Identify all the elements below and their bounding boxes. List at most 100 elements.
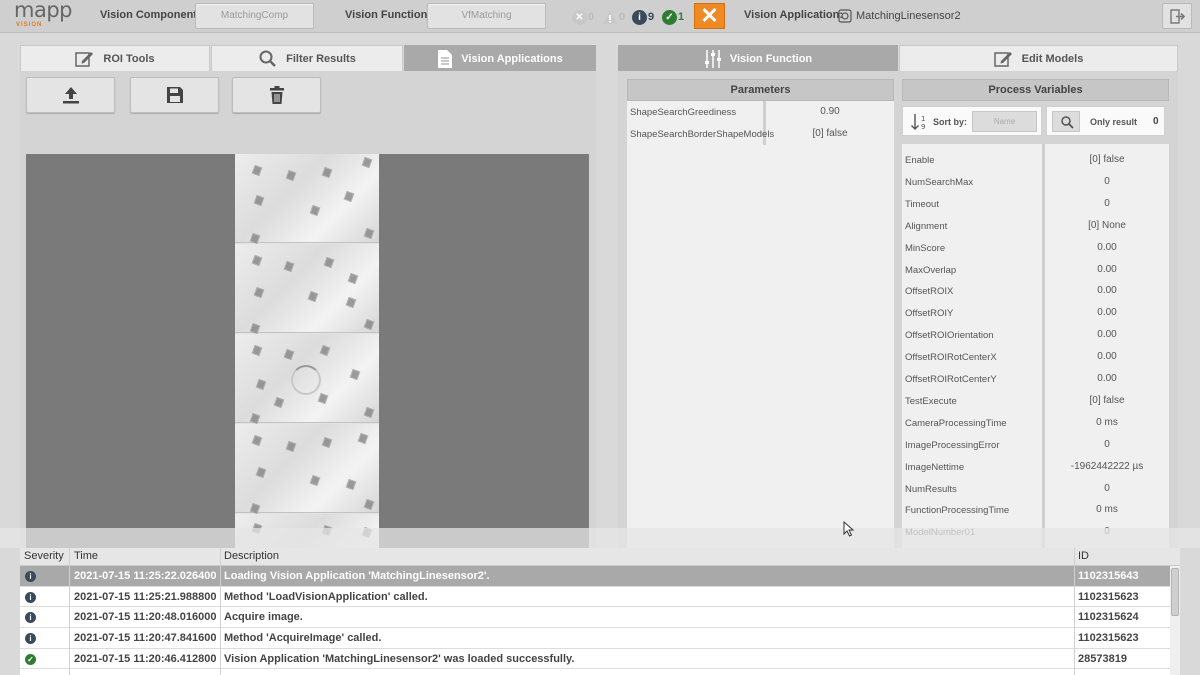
status-success-count: 1 [678, 11, 685, 23]
tab-roi-tools[interactable]: ROI Tools [20, 45, 210, 71]
process-variable-value: -1962442222 µs [1070, 460, 1144, 472]
process-variable-row[interactable]: OffsetROIX 0.00 [902, 280, 1169, 302]
process-variable-row[interactable]: OffsetROIY 0.00 [902, 302, 1169, 324]
vision-application-label: Vision Application: [744, 9, 844, 21]
col-description[interactable]: Description [224, 550, 279, 562]
sort-icon: 1 9 [911, 114, 925, 131]
parameters-list: ShapeSearchGreediness 0.90 ShapeSearchBo… [627, 101, 894, 551]
sort-by-label: Sort by: [933, 117, 968, 127]
log-description: Method 'AcquireImage' called. [224, 632, 382, 645]
process-variable-value: [0] None [1088, 219, 1126, 231]
sort-by-select[interactable]: Name [972, 111, 1037, 132]
vision-function-field[interactable]: VfMatching [427, 3, 546, 29]
process-variable-row[interactable]: NumResults 0 [902, 478, 1169, 500]
status-info[interactable]: i 9 [632, 9, 654, 25]
process-variable-value: 0.00 [1097, 307, 1117, 319]
tab-roi-tools-label: ROI Tools [103, 52, 155, 65]
logo-sub: VISION [16, 22, 43, 28]
tab-vision-applications[interactable]: Vision Applications [404, 45, 596, 71]
process-variable-name: ImageNettime [905, 461, 965, 473]
status-warning[interactable]: 0 [602, 9, 625, 25]
status-warning-count: 0 [619, 11, 626, 23]
tab-edit-models[interactable]: Edit Models [899, 45, 1178, 71]
col-severity[interactable]: Severity [24, 550, 64, 562]
success-icon: ✓ [25, 653, 36, 665]
process-variable-row[interactable]: MinScore 0.00 [902, 237, 1169, 259]
log-time: 2021-07-15 11:20:47.841600 [74, 632, 217, 645]
vision-component-field[interactable]: MatchingComp [195, 3, 314, 29]
parameter-value: 0.90 [820, 106, 840, 117]
status-success[interactable]: ✓ 1 [662, 9, 684, 25]
parameter-name: ShapeSearchBorderShapeModels [630, 129, 775, 140]
logout-button[interactable] [1162, 3, 1192, 29]
log-time: 2021-07-15 11:25:21.988800 [74, 590, 217, 603]
process-variable-value: 0 [1104, 197, 1110, 209]
warning-icon [603, 10, 617, 24]
search-button[interactable] [1052, 111, 1080, 132]
process-variable-name: ImageProcessingError [905, 439, 1000, 451]
process-variable-row[interactable]: OffsetROIOrientation 0.00 [902, 324, 1169, 346]
captured-image [235, 154, 379, 551]
status-error[interactable]: ✕ 0 [572, 9, 594, 25]
process-variable-row[interactable]: ImageProcessingError 0 [902, 434, 1169, 456]
info-icon: i [25, 571, 36, 582]
process-variable-row[interactable]: TestExecute [0] false [902, 390, 1169, 412]
vision-function-panel: Parameters Process Variables ShapeSearch… [618, 71, 1178, 551]
process-variable-row[interactable]: CameraProcessingTime 0 ms [902, 412, 1169, 434]
only-result-value[interactable]: 0 [1153, 116, 1159, 127]
parameter-name: ShapeSearchGreediness [630, 107, 737, 118]
svg-text:1: 1 [921, 115, 925, 123]
close-button[interactable]: ✕ [694, 3, 725, 29]
process-variable-value: [0] false [1089, 394, 1125, 406]
logout-icon [1170, 9, 1186, 24]
top-bar: mapp VISION Vision Component: MatchingCo… [0, 0, 1200, 33]
log-scrollbar[interactable] [1170, 566, 1180, 675]
log-row[interactable]: i 2021-07-15 11:25:21.988800 Method 'LoadV… [20, 586, 1170, 608]
check-icon: ✓ [662, 9, 677, 25]
process-variable-row[interactable]: OffsetROIRotCenterY 0.00 [902, 368, 1169, 390]
camera-image-viewer[interactable] [26, 154, 589, 551]
process-variable-row[interactable]: MaxOverlap 0.00 [902, 259, 1169, 281]
log-header: Severity Time Description ID [20, 548, 1180, 566]
parameter-row[interactable]: ShapeSearchGreediness 0.90 [627, 101, 894, 123]
process-variable-row[interactable]: Alignment [0] None [902, 215, 1169, 237]
process-variable-row[interactable]: NumSearchMax 0 [902, 171, 1169, 193]
log-row[interactable]: i 2021-07-15 11:20:47.841600 Method 'Acqui… [20, 628, 1170, 649]
process-variable-value: 0 ms [1096, 416, 1118, 428]
tab-vision-function[interactable]: Vision Function [618, 45, 898, 71]
sliders-icon [704, 49, 721, 68]
col-time[interactable]: Time [74, 550, 98, 562]
log-row[interactable]: ✓ 2021-07-15 11:20:46.412800 Vision Applic… [20, 648, 1170, 670]
save-button[interactable] [130, 77, 219, 113]
tab-filter-results[interactable]: Filter Results [211, 45, 403, 71]
process-variables-header: Process Variables [902, 79, 1169, 101]
process-variable-row[interactable]: Enable [0] false [902, 149, 1169, 171]
svg-text:9: 9 [921, 123, 925, 131]
log-row[interactable]: i 2021-07-15 11:20:48.016000 Acquire image… [20, 607, 1170, 628]
loading-spinner [291, 365, 321, 395]
parameter-row[interactable]: ShapeSearchBorderShapeModels [0] false [627, 123, 894, 145]
process-variable-name: OffsetROIRotCenterX [905, 352, 997, 364]
process-variable-name: FunctionProcessingTime [905, 505, 1010, 517]
process-variable-row[interactable]: OffsetROIRotCenterX 0.00 [902, 346, 1169, 368]
process-variable-row[interactable]: Timeout 0 [902, 193, 1169, 215]
log-drag-handle[interactable] [0, 528, 1200, 548]
upload-icon [62, 87, 79, 104]
vision-function-label: Vision Function: [345, 9, 431, 21]
save-icon [166, 87, 183, 103]
process-variable-value: 0.00 [1097, 285, 1117, 297]
log-time: 2021-07-15 11:20:46.412800 [74, 652, 217, 665]
log-row[interactable]: i 2021-07-15 11:25:22.026400 Loading Visio… [20, 566, 1170, 587]
error-icon: ✕ [572, 9, 587, 25]
info-icon: i [25, 612, 36, 624]
process-variable-name: TestExecute [905, 395, 957, 407]
process-variable-row[interactable]: FunctionProcessingTime 0 ms [902, 499, 1169, 521]
col-id[interactable]: ID [1078, 550, 1089, 562]
log-scrollbar-thumb[interactable] [1171, 568, 1179, 616]
status-info-count: 9 [648, 11, 655, 23]
process-variable-value: 0 [1104, 438, 1110, 450]
tab-edit-models-label: Edit Models [1021, 52, 1084, 65]
process-variable-row[interactable]: ImageNettime -1962442222 µs [902, 456, 1169, 478]
upload-button[interactable] [26, 77, 115, 113]
delete-button[interactable] [232, 77, 321, 113]
